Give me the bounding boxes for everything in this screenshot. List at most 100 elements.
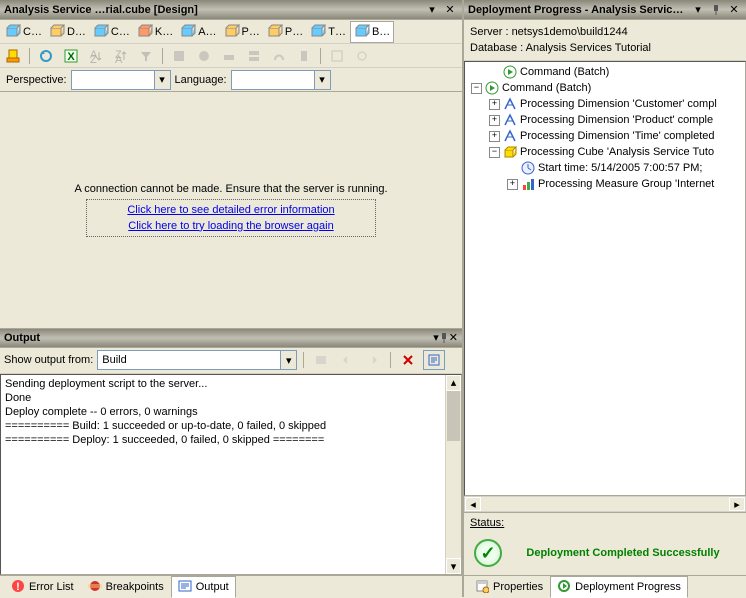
- error-detail-link[interactable]: Click here to see detailed error informa…: [127, 202, 334, 218]
- cube-tab-icon: [310, 24, 326, 40]
- output-line: Done: [5, 391, 457, 405]
- tree-toggle[interactable]: +: [507, 179, 518, 190]
- tree-node[interactable]: Command (Batch): [467, 64, 743, 80]
- clear-all-icon[interactable]: [397, 350, 419, 370]
- tree-label: Processing Dimension 'Product' comple: [520, 114, 713, 126]
- tree-toggle[interactable]: +: [489, 131, 500, 142]
- language-combo[interactable]: ▾: [231, 70, 331, 90]
- tree-node[interactable]: + Processing Dimension 'Customer' compl: [467, 96, 743, 112]
- tree-label: Command (Batch): [502, 82, 591, 94]
- measure-icon: [521, 177, 535, 191]
- cube-tab-6[interactable]: P…: [264, 22, 306, 42]
- design-titlebar: Analysis Service …rial.cube [Design] ▾ ✕: [0, 0, 462, 20]
- chevron-down-icon[interactable]: ▾: [314, 71, 330, 89]
- tree-toggle[interactable]: −: [489, 147, 500, 158]
- tree-node[interactable]: +Processing Measure Group 'Internet: [467, 176, 743, 192]
- cube-tab-3[interactable]: K…: [134, 22, 176, 42]
- show-output-label: Show output from:: [4, 354, 93, 366]
- properties-icon: [475, 579, 491, 595]
- tool-g-icon: [326, 46, 348, 66]
- close-icon[interactable]: ✕: [726, 3, 742, 17]
- cube-tab-8[interactable]: B…: [350, 21, 394, 43]
- tool-b-icon: [193, 46, 215, 66]
- tool-f-icon: [293, 46, 315, 66]
- output-toolbar: Show output from: Build ▾: [0, 348, 462, 374]
- cube-tab-4[interactable]: A…: [177, 22, 219, 42]
- tab-breakpoints[interactable]: Breakpoints: [81, 576, 171, 598]
- refresh-icon[interactable]: [35, 46, 57, 66]
- right-pane: Deployment Progress - Analysis Servic… ▾…: [464, 0, 746, 597]
- dim-icon: [503, 129, 517, 143]
- output-text[interactable]: Sending deployment script to the server.…: [0, 374, 462, 576]
- close-icon[interactable]: ✕: [442, 3, 458, 17]
- tab-deployment-progress[interactable]: Deployment Progress: [550, 576, 688, 598]
- perspective-label: Perspective:: [6, 74, 67, 86]
- cube-tab-icon: [49, 24, 65, 40]
- tree-label: Processing Cube 'Analysis Service Tuto: [520, 146, 714, 158]
- progress-tree[interactable]: Command (Batch)−Command (Batch)+Processi…: [464, 61, 746, 496]
- process-icon[interactable]: [2, 46, 24, 66]
- toggle-wrap-icon[interactable]: [423, 350, 445, 370]
- cube-tab-2[interactable]: C…: [90, 22, 133, 42]
- cube-tab-0[interactable]: C…: [2, 22, 45, 42]
- dim-icon: [503, 113, 517, 127]
- tool-e-icon: [268, 46, 290, 66]
- cube-tabs: C…D…C…K…A…P…P…T…B…: [0, 20, 462, 44]
- status-block: Status: ✓ Deployment Completed Successfu…: [464, 512, 746, 575]
- output-scrollbar[interactable]: ▴ ▾: [445, 375, 461, 575]
- svg-text:Z: Z: [90, 54, 97, 63]
- dim-icon: [503, 97, 517, 111]
- tab-output[interactable]: Output: [171, 576, 236, 598]
- cube-tab-5[interactable]: P…: [221, 22, 263, 42]
- pin-icon[interactable]: [708, 3, 724, 17]
- svg-text:A: A: [115, 54, 123, 63]
- tree-toggle[interactable]: +: [489, 115, 500, 126]
- chevron-down-icon[interactable]: ▾: [280, 351, 296, 369]
- output-line: Deploy complete -- 0 errors, 0 warnings: [5, 405, 457, 419]
- dropdown-icon[interactable]: ▾: [424, 3, 440, 17]
- status-text: Deployment Completed Successfully: [510, 546, 736, 560]
- right-bottom-tabs: PropertiesDeployment Progress: [464, 575, 746, 597]
- progress-titlebar: Deployment Progress - Analysis Servic… ▾…: [464, 0, 746, 20]
- show-output-value: Build: [98, 354, 130, 366]
- cube-tab-1[interactable]: D…: [46, 22, 89, 42]
- error-message: A connection cannot be made. Ensure that…: [74, 183, 387, 195]
- tree-toggle[interactable]: −: [471, 83, 482, 94]
- output-line: ========== Build: 1 succeeded or up-to-d…: [5, 419, 457, 433]
- pin-icon[interactable]: [439, 333, 449, 343]
- excel-icon[interactable]: X: [60, 46, 82, 66]
- tree-label: Processing Dimension 'Customer' compl: [520, 98, 717, 110]
- cube-tab-7[interactable]: T…: [307, 22, 349, 42]
- out-tool-1-icon: [310, 350, 332, 370]
- reload-link[interactable]: Click here to try loading the browser ag…: [127, 218, 334, 234]
- chevron-down-icon[interactable]: ▾: [154, 71, 170, 89]
- database-line: Database : Analysis Services Tutorial: [470, 40, 740, 56]
- perspective-combo[interactable]: ▾: [71, 70, 171, 90]
- out-tool-3-icon: [362, 350, 384, 370]
- tab-properties[interactable]: Properties: [468, 576, 550, 598]
- progress-icon: [557, 579, 573, 595]
- server-line: Server : netsys1demo\build1244: [470, 24, 740, 40]
- tree-label: Command (Batch): [520, 66, 609, 78]
- tool-a-icon: [168, 46, 190, 66]
- tree-node[interactable]: + Processing Dimension 'Product' comple: [467, 112, 743, 128]
- output-line: ========== Deploy: 1 succeeded, 0 failed…: [5, 433, 457, 447]
- svg-text:!: !: [16, 581, 20, 593]
- cube-tab-icon: [137, 24, 153, 40]
- left-pane: Analysis Service …rial.cube [Design] ▾ ✕…: [0, 0, 464, 597]
- clock-icon: [521, 161, 535, 175]
- status-label: Status:: [470, 517, 740, 529]
- status-result: ✓ Deployment Completed Successfully: [470, 535, 740, 571]
- tree-node[interactable]: + Processing Dimension 'Time' completed: [467, 128, 743, 144]
- tree-hscroll[interactable]: ◂▸: [464, 496, 746, 512]
- tree-node[interactable]: − Processing Cube 'Analysis Service Tuto: [467, 144, 743, 160]
- tree-node[interactable]: Start time: 5/14/2005 7:00:57 PM;: [467, 160, 743, 176]
- tree-node[interactable]: − Command (Batch): [467, 80, 743, 96]
- dropdown-icon[interactable]: ▾: [690, 3, 706, 17]
- show-output-combo[interactable]: Build ▾: [97, 350, 297, 370]
- close-icon[interactable]: ✕: [449, 331, 458, 344]
- tree-toggle[interactable]: +: [489, 99, 500, 110]
- tree-label: Processing Dimension 'Time' completed: [520, 130, 715, 142]
- tab-error-list[interactable]: !Error List: [4, 576, 81, 598]
- output-title: Output: [4, 332, 433, 344]
